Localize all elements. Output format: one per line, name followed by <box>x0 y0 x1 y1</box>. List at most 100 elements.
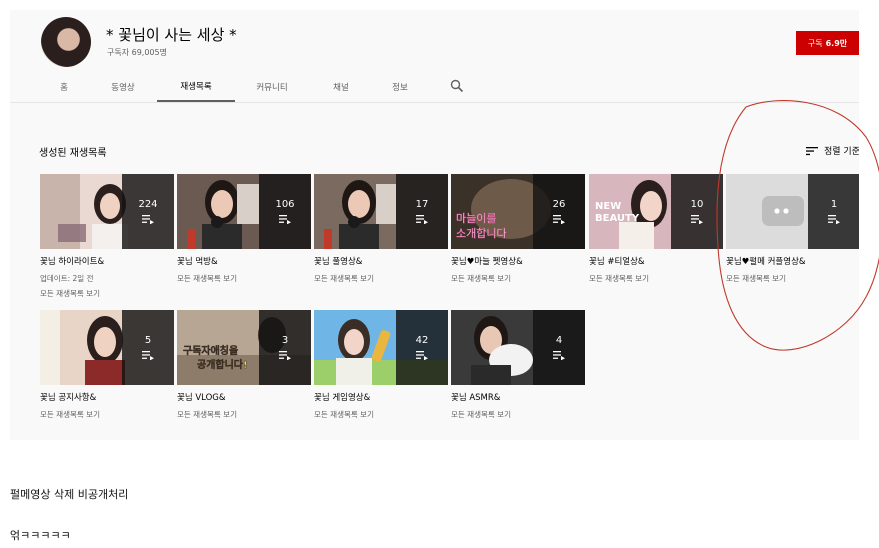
playlist-title[interactable]: 꽃님 ASMR& <box>451 391 585 403</box>
video-count: 26 <box>552 199 566 210</box>
video-count: 1 <box>830 199 838 210</box>
playlist-title[interactable]: 꽃님 게임영상& <box>314 391 448 403</box>
tab-community[interactable]: 커뮤니티 <box>248 72 296 102</box>
playlist-title[interactable]: 꽃님 #티얼상& <box>589 255 723 267</box>
video-count: 106 <box>275 199 295 210</box>
playlist-icon <box>691 215 703 224</box>
playlist-icon <box>416 215 428 224</box>
playlist-card[interactable]: 17 꽃님 풀영상& 모든 재생목록 보기 <box>314 174 448 284</box>
subscribe-count: 6.9만 <box>825 38 848 48</box>
view-full-playlist-link[interactable]: 모든 재생목록 보기 <box>451 273 585 284</box>
playlist-count-overlay: 1 <box>808 174 859 249</box>
channel-tabs: 홈 동영상 재생목록 커뮤니티 채널 정보 <box>10 72 859 102</box>
playlist-title[interactable]: 꽃님 공지사항& <box>40 391 174 403</box>
svg-text:구독자애칭을: 구독자애칭을 <box>183 344 238 357</box>
video-count: 42 <box>415 335 429 346</box>
playlist-thumbnail[interactable]: 224 <box>40 174 174 249</box>
playlist-icon <box>553 215 565 224</box>
video-count: 17 <box>415 199 429 210</box>
view-full-playlist-link[interactable]: 모든 재생목록 보기 <box>314 273 448 284</box>
playlist-title[interactable]: 꽃님 VLOG& <box>177 391 311 403</box>
playlist-icon <box>553 351 565 360</box>
playlist-card[interactable]: NEW BEAUTY 10 꽃님 #티얼상& 모든 재생목록 보기 <box>589 174 723 284</box>
video-count: 10 <box>690 199 704 210</box>
playlist-thumbnail[interactable]: 106 <box>177 174 311 249</box>
playlist-count-overlay: 3 <box>259 310 311 385</box>
video-count: 4 <box>555 335 563 346</box>
playlist-title[interactable]: 꽃님♥마늘 펫영상& <box>451 255 585 267</box>
playlist-count-overlay: 106 <box>259 174 311 249</box>
youtube-channel-page: * 꽃님이 사는 세상 * 구독자 69,005명 구독 6.9만 홈 동영상 … <box>10 10 859 440</box>
video-count: 5 <box>144 335 152 346</box>
playlist-count-overlay: 4 <box>533 310 585 385</box>
playlist-count-overlay: 42 <box>396 310 448 385</box>
svg-text:마늘이를: 마늘이를 <box>456 212 496 225</box>
playlist-count-overlay: 5 <box>122 310 174 385</box>
caption-line-2: 얶ㅋㅋㅋㅋㅋ <box>10 529 71 542</box>
tab-videos[interactable]: 동영상 <box>102 72 144 102</box>
playlist-thumbnail[interactable]: NEW BEAUTY 10 <box>589 174 723 249</box>
playlist-card[interactable]: 106 꽃님 먹방& 모든 재생목록 보기 <box>177 174 311 284</box>
view-full-playlist-link[interactable]: 모든 재생목록 보기 <box>314 409 448 420</box>
header-divider <box>10 102 859 103</box>
playlist-title[interactable]: 꽃님 먹방& <box>177 255 311 267</box>
video-count: 224 <box>138 199 158 210</box>
tab-home[interactable]: 홈 <box>50 72 78 102</box>
channel-header: * 꽃님이 사는 세상 * 구독자 69,005명 구독 6.9만 홈 동영상 … <box>10 10 859 102</box>
subscribe-button[interactable]: 구독 6.9만 <box>796 31 859 55</box>
view-full-playlist-link[interactable]: 모든 재생목록 보기 <box>726 273 859 284</box>
svg-text:공개합니다!: 공개합니다! <box>197 358 248 371</box>
playlist-thumbnail[interactable]: 17 <box>314 174 448 249</box>
playlist-card[interactable]: 42 꽃님 게임영상& 모든 재생목록 보기 <box>314 310 448 420</box>
playlist-card[interactable]: 4 꽃님 ASMR& 모든 재생목록 보기 <box>451 310 585 420</box>
playlist-updated: 업데이트: 2일 전 <box>40 274 94 283</box>
channel-avatar[interactable] <box>41 17 91 67</box>
playlist-count-overlay: 17 <box>396 174 448 249</box>
view-full-playlist-link[interactable]: 모든 재생목록 보기 <box>177 273 311 284</box>
playlist-card[interactable]: 구독자애칭을 공개합니다! 3 꽃님 VLOG& 모든 재생목록 보기 <box>177 310 311 420</box>
playlist-count-overlay: 10 <box>671 174 723 249</box>
view-full-playlist-link[interactable]: 모든 재생목록 보기 <box>589 273 723 284</box>
view-full-playlist-link[interactable]: 모든 재생목록 보기 <box>451 409 585 420</box>
view-full-playlist-link[interactable]: 모든 재생목록 보기 <box>40 288 174 299</box>
video-count: 3 <box>281 335 289 346</box>
playlist-title[interactable]: 꽃님 풀영상& <box>314 255 448 267</box>
subscribe-label: 구독 <box>807 38 823 48</box>
playlist-title[interactable]: 꽃님♥펄메 커플영상& <box>726 255 859 267</box>
playlist-thumbnail[interactable]: 1 <box>726 174 859 249</box>
playlist-card[interactable]: 5 꽃님 공지사항& 모든 재생목록 보기 <box>40 310 174 420</box>
playlist-count-overlay: 224 <box>122 174 174 249</box>
tab-channels[interactable]: 채널 <box>323 72 359 102</box>
playlist-icon <box>416 351 428 360</box>
playlist-count-overlay: 26 <box>533 174 585 249</box>
playlist-thumbnail[interactable]: 마늘이를 소개합니다 26 <box>451 174 585 249</box>
playlist-thumbnail[interactable]: 구독자애칭을 공개합니다! 3 <box>177 310 311 385</box>
playlist-card[interactable]: 1 꽃님♥펄메 커플영상& 모든 재생목록 보기 <box>726 174 859 284</box>
playlist-icon <box>279 351 291 360</box>
caption-line-1: 펄메영상 삭제 비공개처리 <box>10 488 129 501</box>
svg-text:BEAUTY: BEAUTY <box>595 213 640 224</box>
search-icon[interactable] <box>450 79 464 93</box>
playlist-thumbnail[interactable]: 5 <box>40 310 174 385</box>
playlist-icon <box>279 215 291 224</box>
playlist-thumbnail[interactable]: 42 <box>314 310 448 385</box>
svg-text:NEW: NEW <box>595 201 621 212</box>
sort-icon <box>806 146 818 155</box>
view-full-playlist-link[interactable]: 모든 재생목록 보기 <box>40 409 174 420</box>
sort-button[interactable]: 정렬 기준 <box>806 144 859 157</box>
sort-label: 정렬 기준 <box>824 147 859 157</box>
playlist-icon <box>142 215 154 224</box>
playlist-title[interactable]: 꽃님 하이라이트& <box>40 255 174 267</box>
playlist-icon <box>142 351 154 360</box>
playlist-icon <box>828 215 840 224</box>
svg-text:소개합니다: 소개합니다 <box>456 227 507 240</box>
playlist-card[interactable]: 마늘이를 소개합니다 26 꽃님♥마늘 펫영상& 모든 재생목록 보기 <box>451 174 585 284</box>
playlist-thumbnail[interactable]: 4 <box>451 310 585 385</box>
playlist-card[interactable]: 224 꽃님 하이라이트& 업데이트: 2일 전 모든 재생목록 보기 <box>40 174 174 299</box>
tab-about[interactable]: 정보 <box>382 72 418 102</box>
subscriber-count: 구독자 69,005명 <box>107 48 167 57</box>
section-title: 생성된 재생목록 <box>39 148 107 159</box>
tab-playlists[interactable]: 재생목록 <box>157 72 235 102</box>
view-full-playlist-link[interactable]: 모든 재생목록 보기 <box>177 409 311 420</box>
channel-title: * 꽃님이 사는 세상 * <box>106 26 237 44</box>
